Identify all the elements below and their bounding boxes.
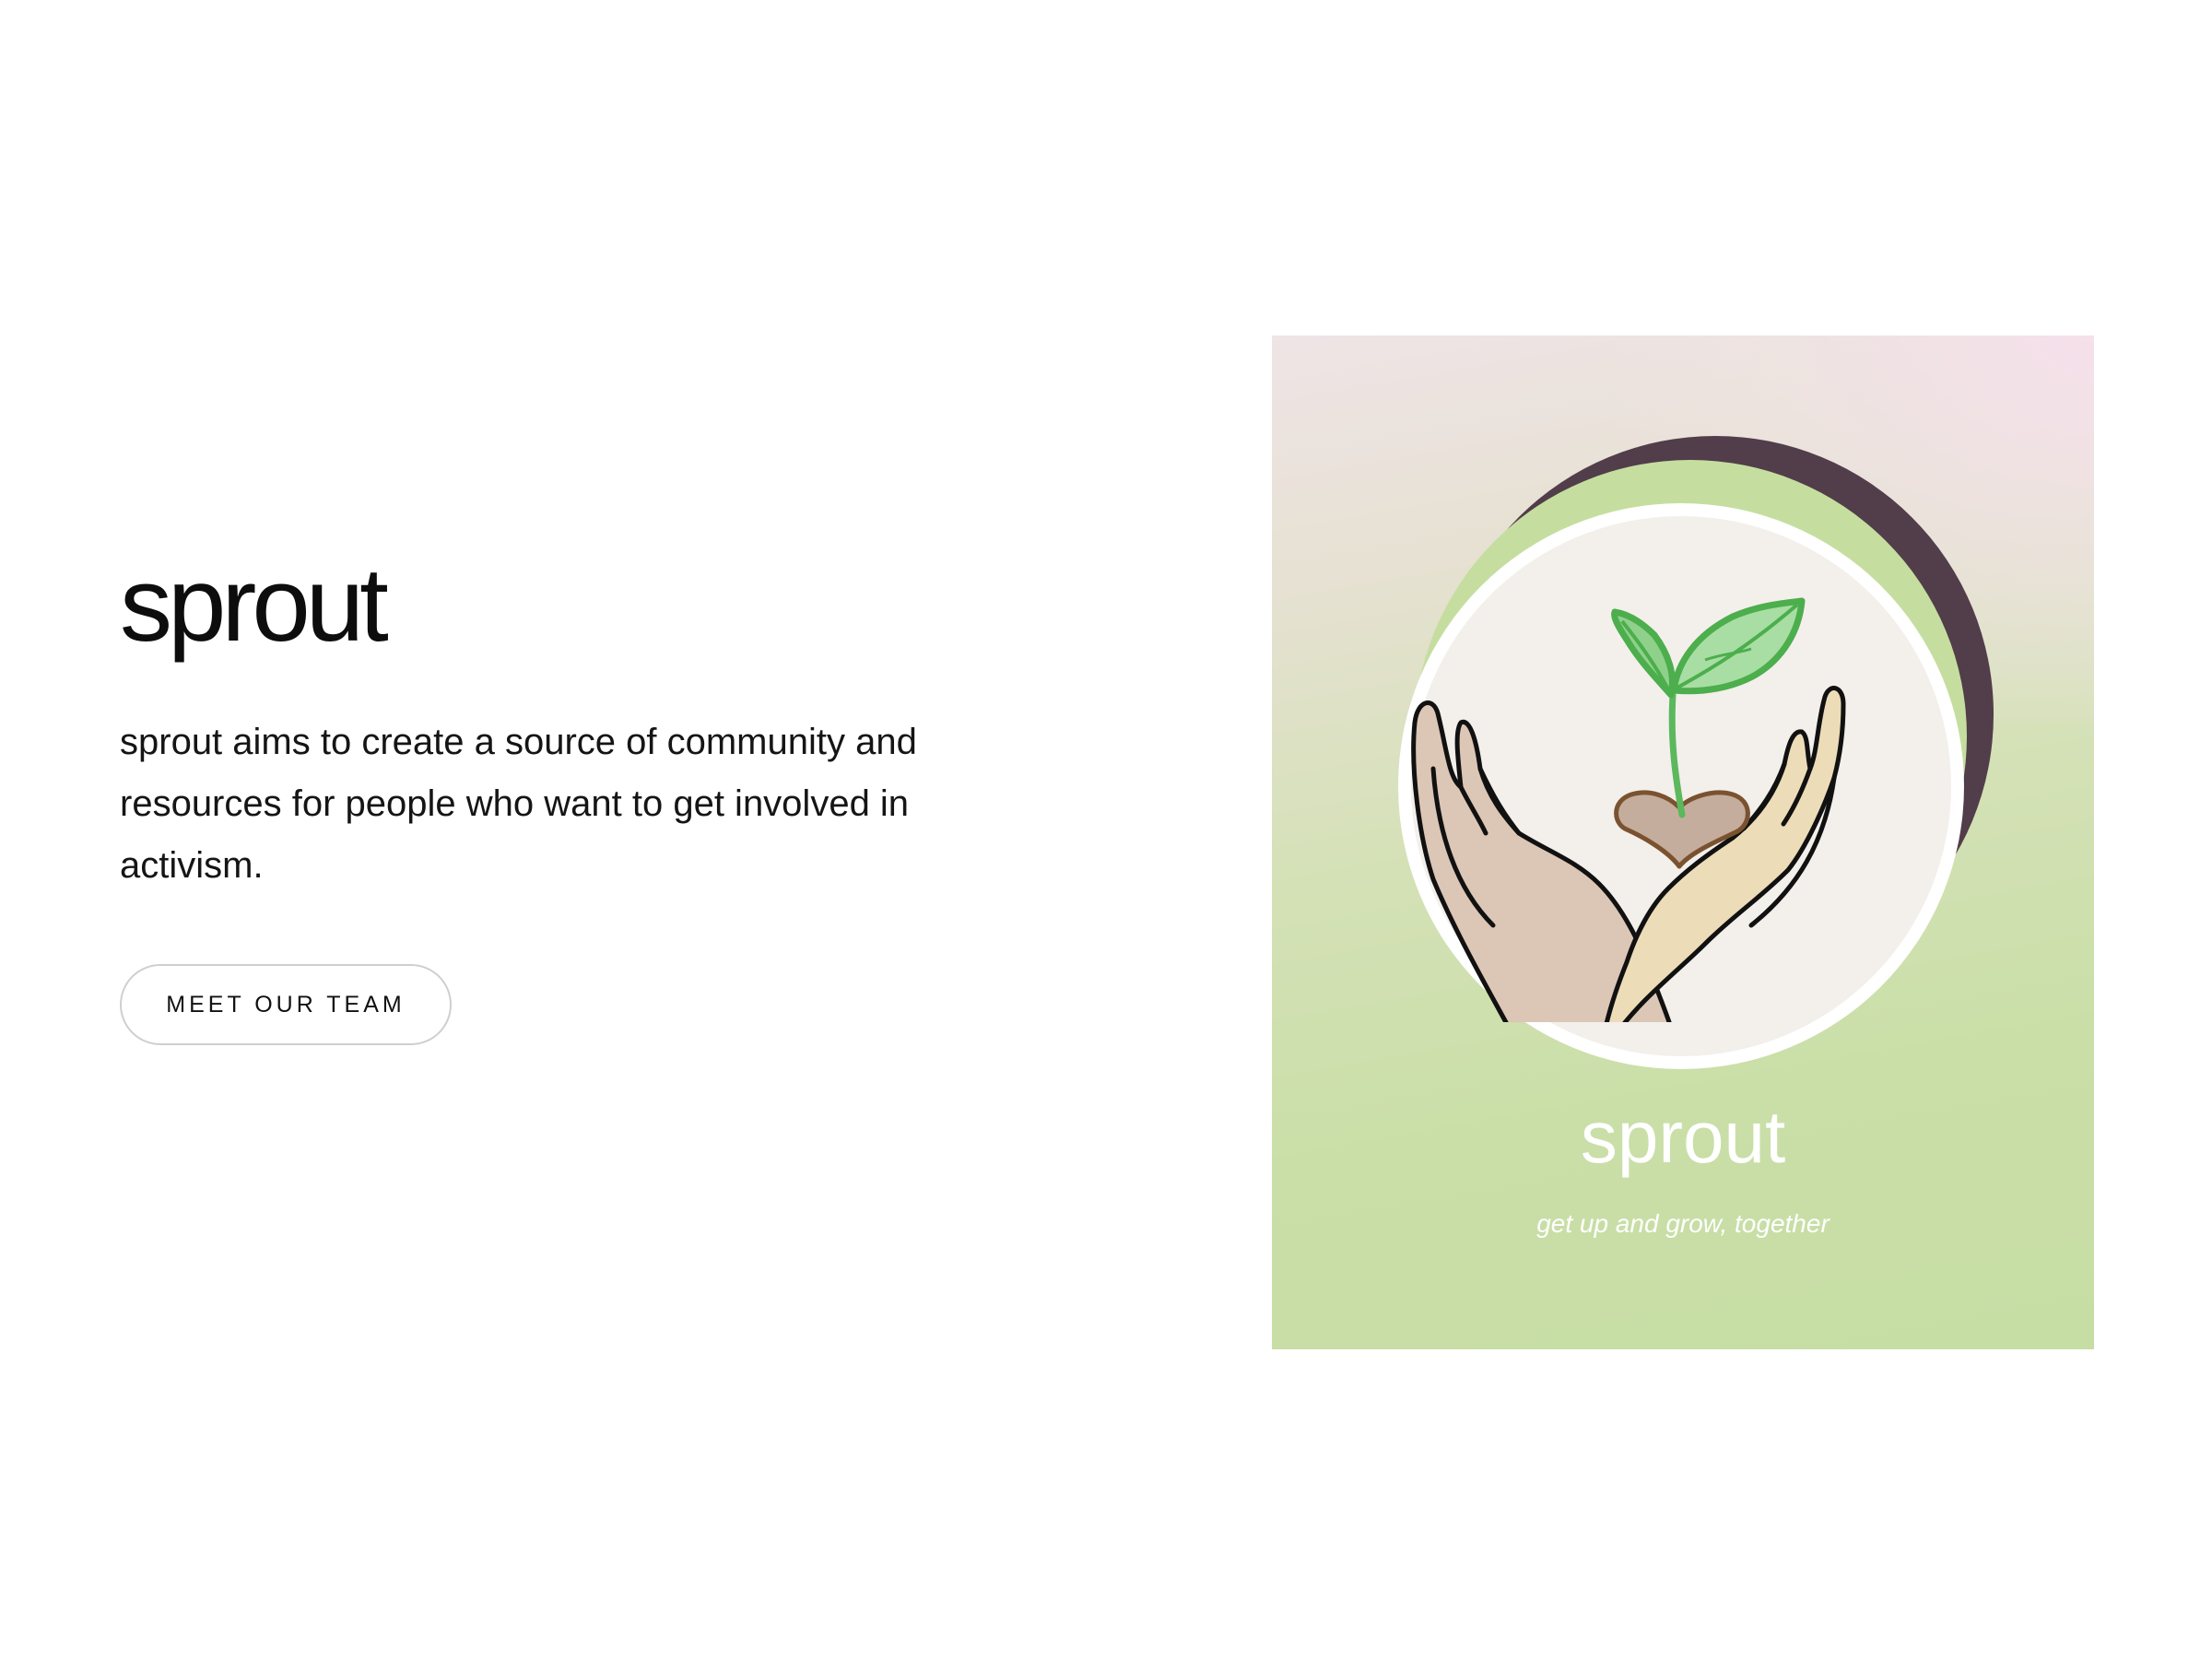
hero-title: sprout (120, 547, 389, 664)
logo-tagline: get up and grow, together (1536, 1209, 1830, 1238)
logo-illustration (1398, 436, 1994, 1069)
hero-description: sprout aims to create a source of commun… (120, 722, 917, 886)
logo-card: sprout get up and grow, together (1272, 335, 2094, 1349)
logo-brand-name: sprout (1580, 1096, 1786, 1178)
hero-text-block: sprout sprout aims to create a source of… (120, 553, 1041, 897)
meet-our-team-button[interactable]: MEET OUR TEAM (120, 964, 452, 1045)
